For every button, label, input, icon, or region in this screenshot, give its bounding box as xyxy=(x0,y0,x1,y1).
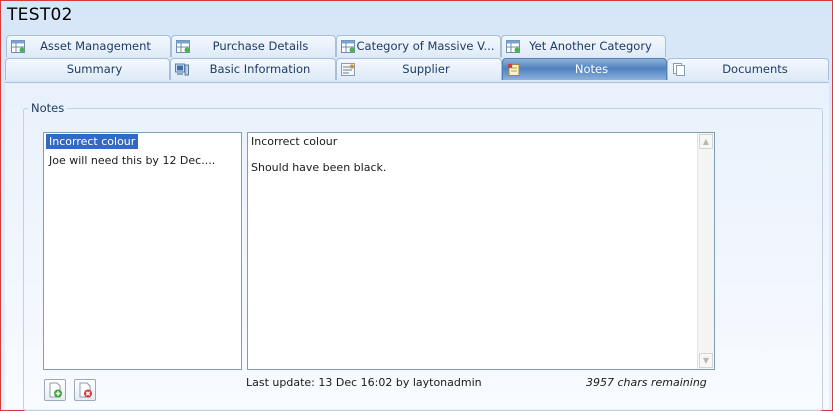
supplier-icon xyxy=(341,63,355,76)
delete-note-icon xyxy=(79,382,92,398)
note-line: Should have been black. xyxy=(251,161,387,174)
computer-icon xyxy=(175,63,189,76)
add-note-icon xyxy=(49,382,62,398)
tab-label: Basic Information xyxy=(209,62,311,76)
tab-supplier[interactable]: Supplier xyxy=(336,58,502,80)
scroll-down-button[interactable]: ▼ xyxy=(699,353,713,368)
list-item[interactable]: Joe will need this by 12 Dec.... xyxy=(46,153,239,168)
grid-table-icon xyxy=(506,40,520,53)
tab-label: Documents xyxy=(722,62,788,76)
delete-note-button[interactable] xyxy=(74,379,96,401)
tab-basic-information[interactable]: Basic Information xyxy=(170,58,336,80)
note-content-textarea[interactable]: Incorrect colour Should have been black.… xyxy=(247,132,715,370)
add-note-button[interactable] xyxy=(44,379,66,401)
tab-label: Summary xyxy=(66,62,123,76)
grid-table-icon xyxy=(176,40,190,53)
notes-list[interactable]: Incorrect colour Joe will need this by 1… xyxy=(43,132,242,370)
note-line: Incorrect colour xyxy=(251,135,338,148)
tab-purchase-details[interactable]: Purchase Details xyxy=(171,35,336,57)
tab-summary[interactable]: Summary xyxy=(5,58,170,80)
scroll-up-button[interactable]: ▲ xyxy=(699,134,713,149)
tab-yet-another-category[interactable]: Yet Another Category xyxy=(501,35,666,57)
tab-label: Purchase Details xyxy=(212,39,309,53)
last-update-text: Last update: 13 Dec 16:02 by laytonadmin xyxy=(246,376,482,389)
chars-remaining-text: 3957 chars remaining xyxy=(586,376,707,389)
window-title: TEST02 xyxy=(7,5,73,25)
grid-table-icon xyxy=(11,40,25,53)
vertical-scrollbar[interactable]: ▲ ▼ xyxy=(697,133,714,369)
tab-notes[interactable]: Notes xyxy=(502,58,667,80)
list-item[interactable]: Incorrect colour xyxy=(46,134,139,149)
grid-table-icon xyxy=(341,40,355,53)
notepad-icon xyxy=(507,63,520,76)
tab-label: Notes xyxy=(574,62,609,76)
notes-group-label: Notes xyxy=(31,101,65,115)
tab-label: Category of Massive V... xyxy=(356,39,495,53)
tab-label: Yet Another Category xyxy=(529,39,652,53)
tab-asset-management[interactable]: Asset Management xyxy=(6,35,171,57)
tab-category-massive[interactable]: Category of Massive V... xyxy=(336,35,501,57)
tab-label: Supplier xyxy=(402,62,450,76)
documents-icon xyxy=(673,63,685,76)
note-text: Incorrect colour Should have been black. xyxy=(251,135,386,187)
window-frame: TEST02 Asset Management Purchase Details… xyxy=(0,0,833,411)
tab-label: Asset Management xyxy=(40,39,151,53)
tab-documents[interactable]: Documents xyxy=(667,58,829,80)
